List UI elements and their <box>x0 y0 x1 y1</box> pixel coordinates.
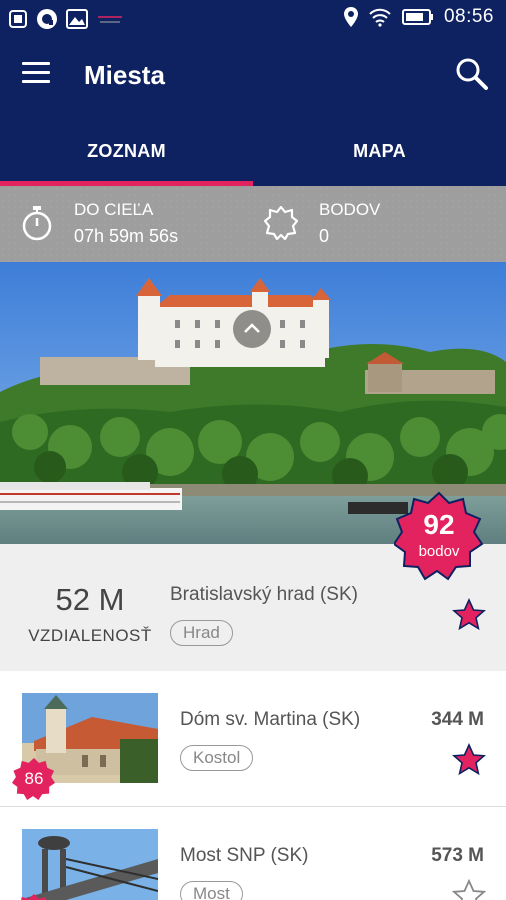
featured-distance-label: VZDIALENOSŤ <box>28 626 152 645</box>
featured-category-chip: Hrad <box>170 620 233 646</box>
favorite-star-icon[interactable] <box>452 598 486 632</box>
status-bar: 08:56 <box>0 0 506 38</box>
tab-mapa[interactable]: MAPA <box>253 116 506 186</box>
menu-icon-line <box>22 62 50 65</box>
featured-place-name: Bratislavský hrad (SK) <box>170 584 358 605</box>
menu-button[interactable] <box>22 62 58 92</box>
stopwatch-icon <box>22 206 52 241</box>
timer-label: DO CIEĽA <box>74 200 154 219</box>
timer-block: DO CIEĽA 07h 59m 56s <box>74 200 178 247</box>
list-item[interactable]: 86 Dóm sv. Martina (SK) Kostol 344 M <box>0 671 506 807</box>
list-item[interactable]: Most SNP (SK) Most 573 M <box>0 807 506 900</box>
place-category-chip: Kostol <box>180 745 254 771</box>
menu-icon-line <box>22 80 50 83</box>
chevron-up-icon <box>244 323 260 333</box>
points-label: BODOV <box>319 200 381 219</box>
battery-icon <box>401 9 433 25</box>
place-distance: 344 M <box>431 709 484 730</box>
gallery-icon <box>66 9 88 29</box>
place-name: Dóm sv. Martina (SK) <box>180 709 361 730</box>
search-icon <box>456 58 488 90</box>
place-distance: 573 M <box>431 845 484 866</box>
flag-icon <box>96 12 124 26</box>
place-points-badge <box>12 893 56 900</box>
page-title: Miesta <box>84 60 165 90</box>
points-badge-label: bodov <box>418 543 460 560</box>
favorite-star-icon[interactable] <box>452 743 486 777</box>
notification-icon <box>9 10 27 28</box>
info-bar: DO CIEĽA 07h 59m 56s BODOV 0 <box>0 186 506 262</box>
place-points-badge: 86 <box>12 757 56 801</box>
points-block: BODOV 0 <box>319 200 380 247</box>
favorite-star-outline-icon[interactable] <box>452 879 486 900</box>
app-bar: Miesta <box>0 38 506 116</box>
place-thumbnail <box>22 829 158 900</box>
points-badge-value: 92 <box>423 509 455 540</box>
search-button[interactable] <box>454 56 490 92</box>
place-category-chip: Most <box>180 881 243 900</box>
app-icon <box>37 9 57 29</box>
status-bar-right: 08:56 <box>343 6 494 28</box>
tab-zoznam[interactable]: ZOZNAM <box>0 116 253 186</box>
timer-value: 07h 59m 56s <box>74 226 179 246</box>
status-bar-left <box>8 8 124 30</box>
badge-shape-icon <box>21 893 47 900</box>
wifi-icon <box>369 8 391 27</box>
location-icon <box>343 7 358 27</box>
status-time: 08:56 <box>443 6 494 27</box>
bridge-photo <box>22 829 158 900</box>
menu-icon-line <box>22 71 50 74</box>
tab-bar: ZOZNAM MAPA <box>0 116 506 186</box>
points-value: 0 <box>319 226 330 246</box>
collapse-button[interactable] <box>233 310 271 348</box>
place-points-value: 86 <box>24 769 44 788</box>
badge-outline-icon <box>264 206 298 240</box>
featured-distance-value: 52 M <box>55 582 125 617</box>
points-badge: 92 bodov <box>394 491 484 581</box>
place-name: Most SNP (SK) <box>180 845 309 866</box>
